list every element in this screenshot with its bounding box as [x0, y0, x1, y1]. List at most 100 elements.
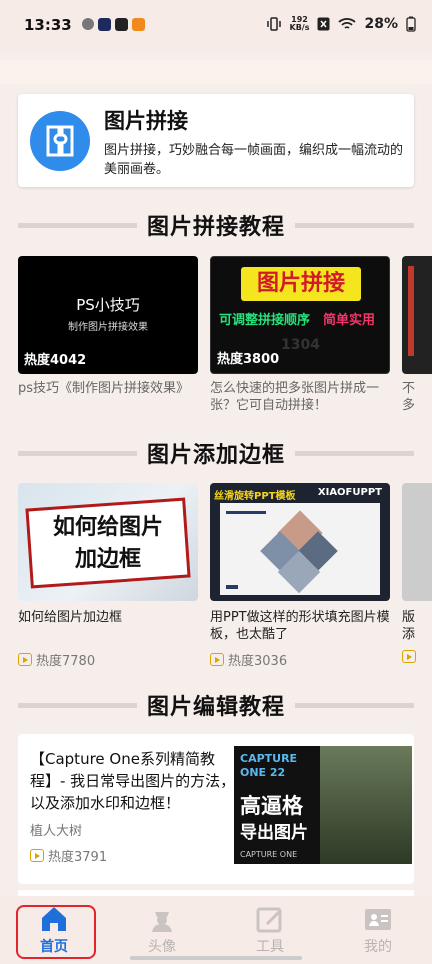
video-card[interactable]: 如何给图片 加边框 如何给图片加边框 热度7780 [18, 483, 198, 669]
section-title: 图片添加边框 [147, 443, 286, 468]
thumb-subtitle: 制作图片拼接效果 [68, 322, 148, 333]
thumb-title-2: 导出图片 [240, 823, 308, 843]
video-thumbnail[interactable]: 如何给图片 加边框 [18, 483, 198, 601]
video-title-peek[interactable]: 版添 [402, 609, 432, 643]
profile-card-icon [365, 909, 391, 930]
thumb-brand-2: ONE 22 [240, 766, 286, 779]
article-title[interactable]: 【Capture One系列精简教程】- 我日常导出图片的方法，以及添加水印和边… [30, 748, 238, 814]
play-icon [402, 650, 416, 663]
video-card-peek[interactable]: 版添 [402, 483, 432, 663]
thumb-slide [220, 503, 380, 595]
divider [295, 450, 415, 456]
thumb-photo [320, 746, 412, 864]
tab-profile[interactable]: 我的 [324, 896, 432, 964]
video-card[interactable]: 丝滑旋转PPT模板 XIAOFUPPT 用PPT做这样的形状填充图片模板，也太酷… [210, 483, 390, 669]
thumb-decoration [408, 266, 414, 356]
thumb-brand: XIAOFUPPT [317, 487, 382, 498]
hot-count: 热度4042 [24, 353, 87, 368]
wifi-icon [338, 18, 357, 29]
notification-app-icon [114, 18, 128, 31]
hot-row: 热度3036 [210, 650, 390, 669]
avatar-icon [152, 912, 172, 932]
home-indicator [130, 956, 302, 960]
stitch-tutorial-list[interactable]: PS小技巧 制作图片拼接效果 热度4042 ps技巧《制作图片拼接效果》 图片拼… [18, 256, 432, 426]
thumb-subtitle: 可调整拼接顺序 [219, 313, 311, 328]
thumb-footer: CAPTURE ONE [240, 850, 298, 859]
notification-app-icon [131, 18, 145, 31]
sim-off-icon [317, 17, 330, 31]
status-right: 192 KB/s 28% [266, 16, 417, 32]
divider [295, 222, 415, 228]
intro-description: 图片拼接，巧妙融合每一帧画面，编织成一幅流动的美丽画卷。 [104, 143, 404, 177]
tab-label: 我的 [364, 939, 392, 955]
video-thumbnail[interactable] [402, 483, 432, 601]
divider [18, 222, 137, 228]
video-thumbnail[interactable]: 图片拼接 可调整拼接顺序 简单实用 1304 热度3800 [210, 256, 390, 374]
notification-app-icon [97, 18, 111, 31]
border-tutorial-list[interactable]: 如何给图片 加边框 如何给图片加边框 热度7780 丝滑旋转PPT模板 XIAO… [18, 483, 432, 673]
section-title: 图片编辑教程 [147, 695, 286, 720]
notification-app-icon [81, 18, 94, 30]
main-content[interactable]: 图片拼接 图片拼接，巧妙融合每一帧画面，编织成一幅流动的美丽画卷。 图片拼接教程… [0, 84, 432, 896]
intro-card: 图片拼接 图片拼接，巧妙融合每一帧画面，编织成一幅流动的美丽画卷。 [18, 94, 414, 187]
hot-row: 热度7780 [18, 650, 198, 669]
section-title: 图片拼接教程 [147, 215, 286, 240]
hot-count: 热度3791 [48, 850, 108, 865]
video-thumbnail[interactable] [402, 256, 432, 374]
divider [18, 702, 137, 708]
video-title[interactable]: 怎么快速的把多张图片拼成一张？它可自动拼接！ [210, 380, 390, 414]
slide-text-line [226, 585, 238, 589]
thumb-number: 1304 [281, 337, 320, 353]
video-card-peek[interactable]: 不多 [402, 256, 432, 414]
section-heading-stitch: 图片拼接教程 [18, 210, 415, 240]
hot-row: 热度3791 [30, 846, 107, 865]
puzzle-image-icon [30, 111, 90, 171]
tab-highlight-box [16, 905, 96, 959]
thumb-title: 如何给图片 [52, 515, 163, 540]
thumb-subtitle-2: 简单实用 [323, 313, 376, 328]
divider [18, 450, 137, 456]
slide-text-line [226, 511, 266, 514]
video-thumbnail[interactable]: 丝滑旋转PPT模板 XIAOFUPPT [210, 483, 390, 601]
play-icon [210, 653, 224, 666]
intro-title: 图片拼接 [104, 108, 188, 133]
net-speed-unit: KB/s [289, 23, 310, 32]
video-thumbnail[interactable]: PS小技巧 制作图片拼接效果 热度4042 [18, 256, 198, 374]
vibrate-icon [266, 17, 281, 31]
video-card[interactable]: 图片拼接 可调整拼接顺序 简单实用 1304 热度3800 怎么快速的把多张图片… [210, 256, 390, 414]
play-icon [30, 849, 44, 862]
tab-tools[interactable]: 工具 [216, 896, 324, 964]
hot-count: 热度7780 [36, 654, 96, 669]
tools-icon [256, 907, 282, 933]
header-spacer [0, 60, 432, 84]
video-title[interactable]: 用PPT做这样的形状填充图片模板，也太酷了 [210, 609, 390, 643]
article-author: 植人大树 [30, 824, 83, 839]
video-card[interactable]: PS小技巧 制作图片拼接效果 热度4042 ps技巧《制作图片拼接效果》 [18, 256, 198, 397]
thumb-brand: CAPTURE [240, 752, 298, 765]
video-title[interactable]: ps技巧《制作图片拼接效果》 [18, 380, 198, 397]
battery-level: 28% [364, 16, 398, 32]
article-card[interactable]: 【Capture One系列精简教程】- 我日常导出图片的方法，以及添加水印和边… [18, 734, 414, 884]
notification-icons [81, 18, 145, 31]
video-title-peek[interactable]: 不多 [402, 380, 432, 414]
video-title[interactable]: 如何给图片加边框 [18, 609, 198, 626]
article-thumbnail[interactable]: CAPTURE ONE 22 高逼格 导出图片 CAPTURE ONE [234, 746, 412, 864]
hot-count: 热度3036 [228, 654, 288, 669]
thumb-title: PS小技巧 [76, 296, 140, 314]
status-time: 13:33 [24, 16, 72, 34]
play-icon [18, 653, 32, 666]
hot-count: 热度3800 [217, 352, 280, 367]
thumb-title-2: 加边框 [74, 547, 141, 572]
thumb-banner: 丝滑旋转PPT模板 [214, 491, 296, 502]
hot-row [402, 650, 432, 663]
divider [295, 702, 415, 708]
section-heading-border: 图片添加边框 [18, 438, 415, 468]
net-speed: 192 KB/s [290, 16, 310, 32]
tab-avatar[interactable]: 头像 [108, 896, 216, 964]
status-bar: 13:33 192 KB/s 28% [0, 0, 432, 52]
tab-label: 头像 [148, 939, 176, 955]
section-heading-edit: 图片编辑教程 [18, 690, 415, 720]
battery-icon [406, 16, 416, 32]
thumb-title: 图片拼接 [241, 267, 361, 301]
tab-label: 工具 [256, 939, 284, 955]
